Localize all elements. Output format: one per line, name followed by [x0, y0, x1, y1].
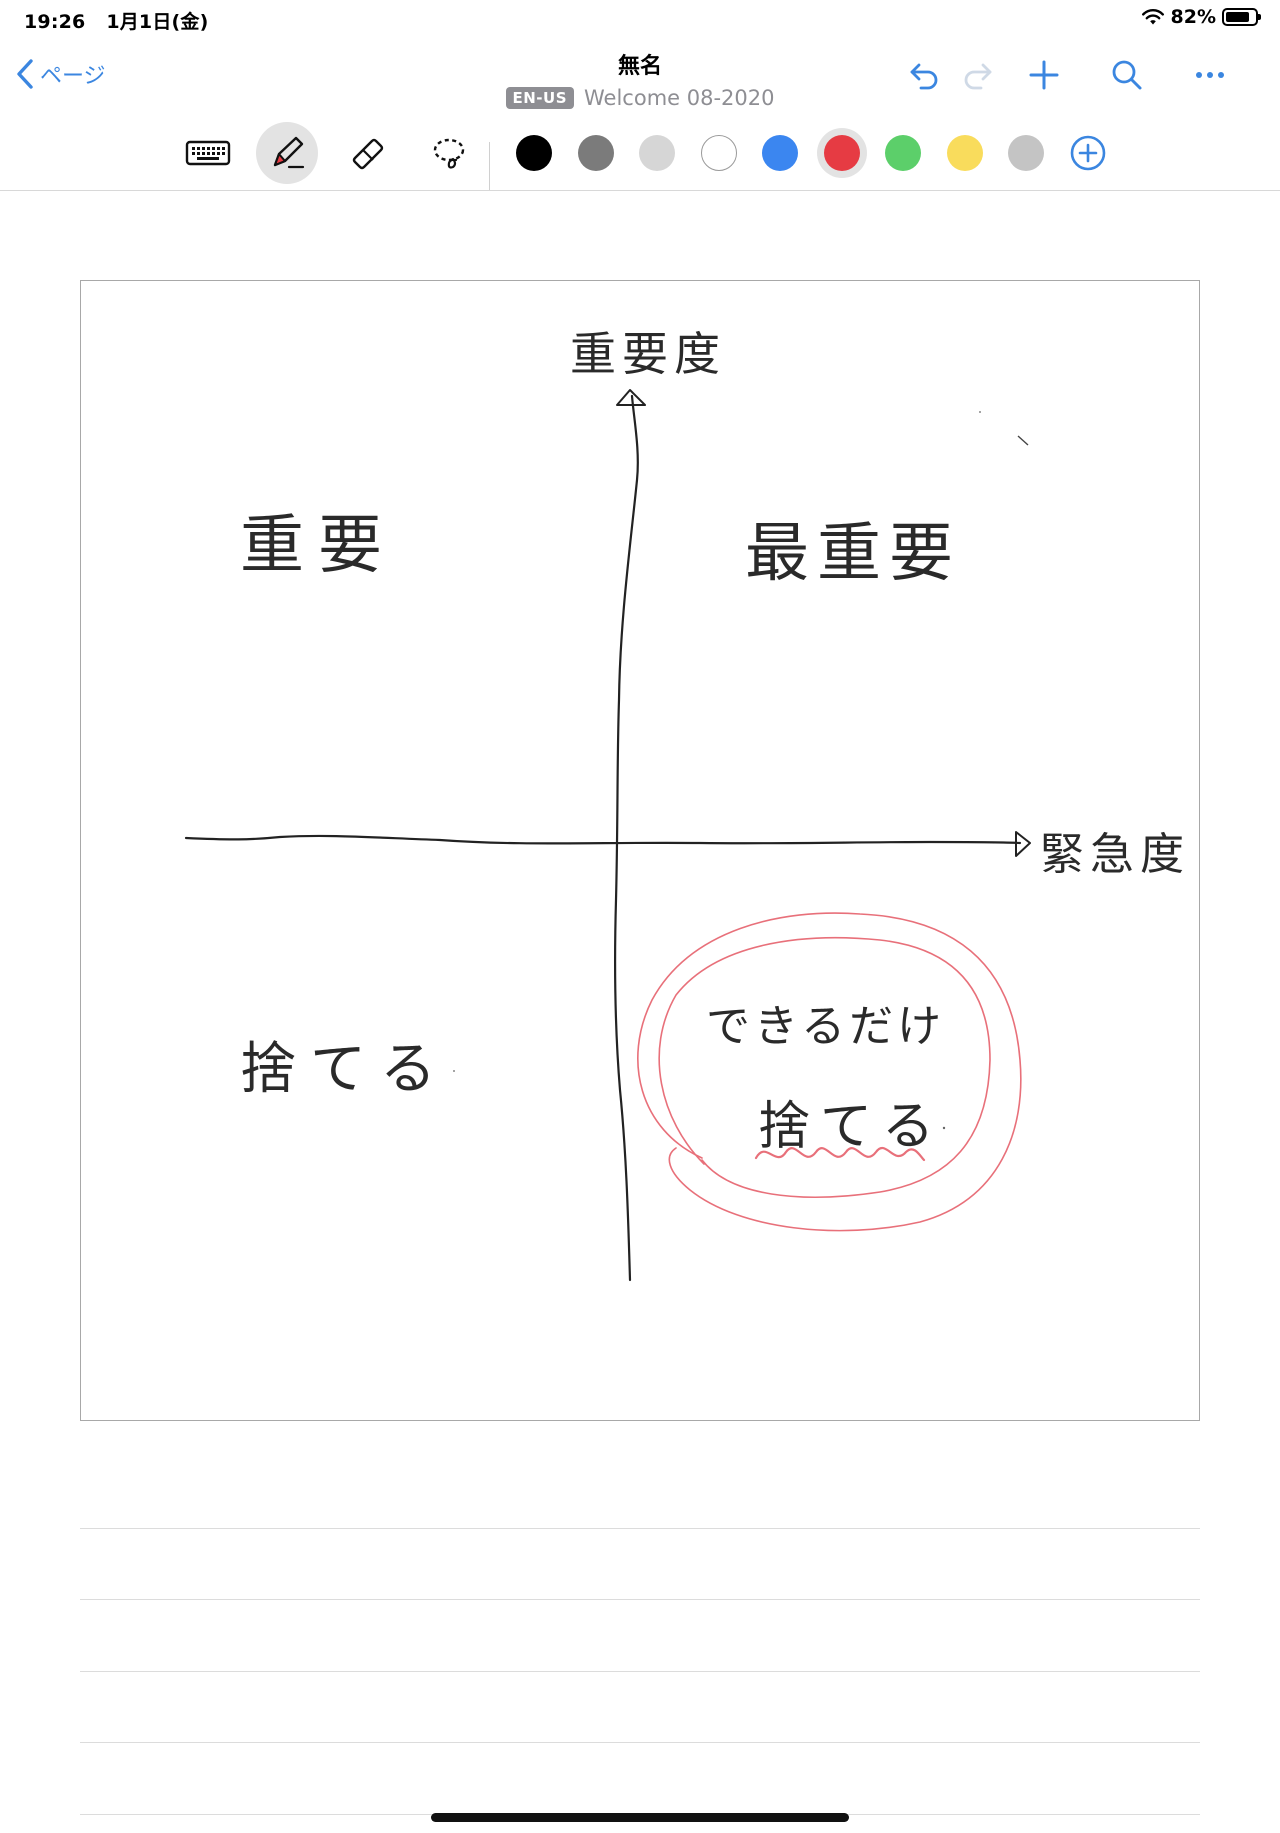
redo-icon [964, 63, 992, 90]
swatch-dot [1008, 135, 1044, 171]
battery-fill [1226, 12, 1249, 22]
home-indicator[interactable] [431, 1813, 849, 1822]
quadrant-top-left-label: 重要 [240, 509, 396, 583]
nav-actions [880, 52, 1280, 102]
color-swatch-yellow[interactable] [940, 128, 990, 178]
swatch-dot [639, 135, 675, 171]
color-swatch-black[interactable] [509, 128, 559, 178]
plus-circle-icon [1070, 135, 1106, 171]
axis-x-label: 緊急度 [1040, 829, 1190, 880]
axis-y-label: 重要度 [570, 327, 726, 381]
color-swatch-light-gray[interactable] [632, 128, 682, 178]
quadrant-bottom-left-label: 捨てる [240, 1037, 450, 1102]
keyboard-icon [185, 140, 231, 166]
swatch-dot [824, 135, 860, 171]
status-right: 82% [1141, 6, 1261, 28]
swatch-dot [516, 135, 552, 171]
undo-button[interactable] [902, 52, 948, 98]
search-icon [1112, 60, 1142, 90]
more-icon [1196, 72, 1224, 78]
color-swatch-blue[interactable] [755, 128, 805, 178]
redo-button[interactable] [954, 52, 1000, 98]
color-swatch-green[interactable] [878, 128, 928, 178]
status-bar: 19:26 1月1日(金) 82% [0, 0, 1280, 38]
swatch-dot [762, 135, 798, 171]
wifi-icon [1141, 9, 1164, 25]
drawing-toolbar [0, 118, 1280, 191]
nav-bar: ページ 無名 EN-US Welcome 08-2020 [0, 38, 1280, 118]
add-button[interactable] [1021, 52, 1067, 98]
ruled-line [80, 1599, 1200, 1600]
add-color-button[interactable] [1063, 128, 1113, 178]
quadrant-bottom-right-line1: できるだけ [706, 1001, 946, 1052]
swatch-dot [947, 135, 983, 171]
color-swatch-dark-gray[interactable] [571, 128, 621, 178]
status-left: 19:26 1月1日(金) [24, 7, 223, 34]
color-swatch-red[interactable] [817, 128, 867, 178]
quadrant-top-right-label: 最重要 [745, 517, 961, 591]
color-swatch-gray[interactable] [1001, 128, 1051, 178]
battery-percent: 82% [1170, 6, 1216, 28]
ruled-line [80, 1742, 1200, 1743]
swatch-dot [701, 135, 737, 171]
status-date: 1月1日(金) [106, 11, 209, 33]
ruled-line [80, 1528, 1200, 1529]
search-button[interactable] [1104, 52, 1150, 98]
lasso-tool-button[interactable] [418, 122, 480, 184]
notebook-name[interactable]: Welcome 08-2020 [584, 86, 774, 110]
undo-icon [910, 63, 938, 90]
color-swatch-white[interactable] [694, 128, 744, 178]
eraser-tool-button[interactable] [337, 122, 399, 184]
keyboard-tool-button[interactable] [177, 122, 239, 184]
eraser-icon [352, 138, 384, 170]
pen-tool-button[interactable] [256, 122, 318, 184]
drawing-canvas[interactable] [80, 280, 1200, 1421]
toolbar-divider [489, 142, 490, 190]
battery-icon [1222, 8, 1261, 26]
status-time: 19:26 [24, 11, 86, 33]
more-button[interactable] [1187, 52, 1233, 98]
pen-icon [273, 136, 305, 169]
ruled-line [80, 1671, 1200, 1672]
plus-icon [1029, 60, 1059, 90]
language-badge[interactable]: EN-US [505, 87, 575, 109]
quadrant-bottom-right-line2: 捨てる [758, 1097, 945, 1157]
lasso-icon [433, 138, 465, 169]
swatch-dot [578, 135, 614, 171]
swatch-dot [885, 135, 921, 171]
